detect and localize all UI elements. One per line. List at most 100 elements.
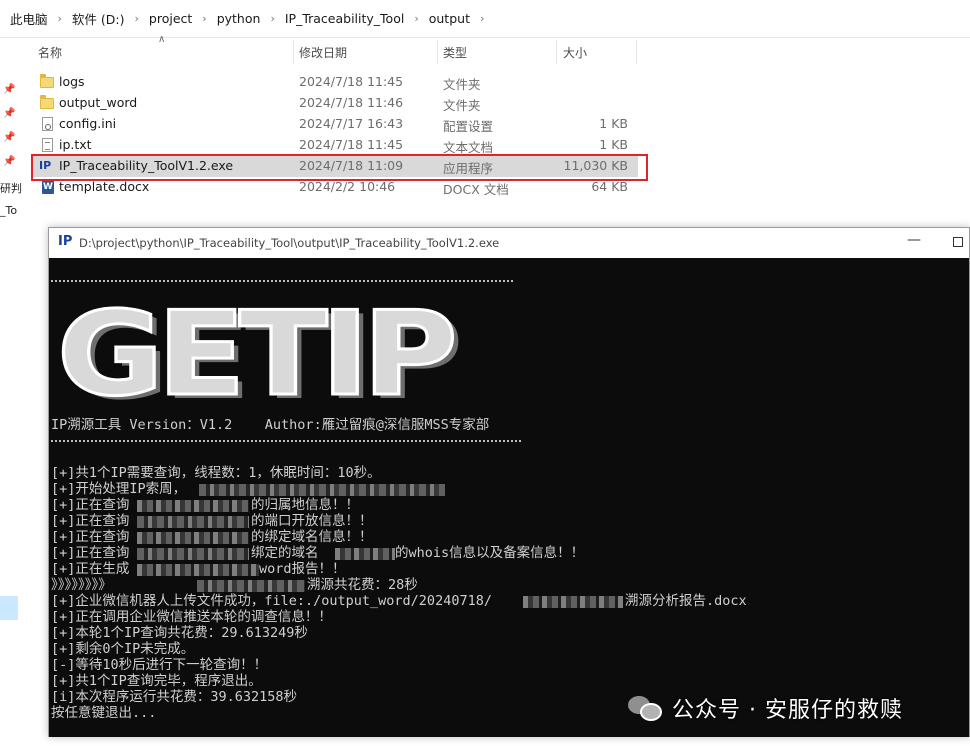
- wechat-icon: [628, 694, 662, 722]
- terminal-line: [-]等待10秒后进行下一轮查询！！: [51, 657, 268, 673]
- terminal-line: [+]正在查询: [51, 529, 130, 545]
- file-date: 2024/7/17 16:43: [299, 116, 404, 131]
- chevron-right-icon[interactable]: ›: [54, 12, 66, 25]
- file-name: ip.txt: [59, 137, 92, 152]
- terminal-line: 的whois信息以及备案信息！！: [395, 545, 585, 561]
- text-file-icon: [42, 138, 53, 152]
- chevron-right-icon[interactable]: ›: [266, 12, 278, 25]
- file-name: config.ini: [59, 116, 117, 131]
- sort-ascending-icon: ∧: [158, 34, 166, 45]
- column-divider[interactable]: [636, 40, 637, 64]
- watermark-text: 公众号 · 安服仔的救赎: [672, 698, 903, 723]
- terminal-line: word报告！！: [259, 561, 346, 577]
- file-type: 配置设置: [443, 119, 494, 134]
- terminal-line: [+]正在调用企业微信推送本轮的调查信息！！: [51, 609, 332, 625]
- file-name: output_word: [59, 95, 138, 110]
- folder-icon: [40, 74, 54, 88]
- file-name: logs: [59, 74, 85, 89]
- file-size: 64 KB: [591, 179, 628, 194]
- folder-icon: [40, 95, 54, 109]
- window-title: D:\project\python\IP_Traceability_Tool\o…: [79, 236, 500, 250]
- terminal-line: [+]正在生成: [51, 561, 130, 577]
- redacted-area: [197, 580, 305, 592]
- terminal-line: [+]开始处理IP索周，: [51, 481, 187, 497]
- terminal-line: 绑定的域名: [251, 545, 319, 561]
- file-date: 2024/7/18 11:46: [299, 95, 404, 110]
- terminal-line: [+]正在查询: [51, 545, 130, 561]
- pin-icon[interactable]: 📌: [3, 132, 15, 143]
- column-divider[interactable]: [556, 40, 557, 64]
- redacted-area: [523, 596, 623, 608]
- file-row[interactable]: ip.txt 2024/7/18 11:45 文本文档 1 KB: [32, 135, 638, 156]
- pin-icon[interactable]: 📌: [3, 84, 15, 95]
- config-file-icon: [42, 117, 53, 131]
- file-date: 2024/7/18 11:45: [299, 74, 404, 89]
- console-titlebar[interactable]: IP D:\project\python\IP_Traceability_Too…: [49, 228, 969, 258]
- column-header-name[interactable]: 名称: [38, 40, 62, 64]
- nav-item-selected[interactable]: [0, 596, 18, 620]
- file-date: 2024/2/2 10:46: [299, 179, 396, 194]
- file-row[interactable]: output_word 2024/7/18 11:46 文件夹: [32, 93, 638, 114]
- terminal-output[interactable]: GETIP GETIP IP溯源工具 Version：V1.2 Author:雁…: [49, 258, 969, 737]
- file-name: template.docx: [59, 179, 150, 194]
- column-header-type[interactable]: 类型: [443, 40, 467, 64]
- breadcrumb-item[interactable]: python: [211, 11, 267, 26]
- breadcrumb-item[interactable]: output: [423, 11, 476, 26]
- breadcrumb-item[interactable]: IP_Traceability_Tool: [279, 11, 410, 26]
- file-row[interactable]: config.ini 2024/7/17 16:43 配置设置 1 KB: [32, 114, 638, 135]
- terminal-line: [+]剩余0个IP未完成。: [51, 641, 195, 657]
- terminal-line: [+]本轮1个IP查询共花费：29.613249秒: [51, 625, 308, 641]
- file-size: 1 KB: [599, 116, 628, 131]
- redacted-area: [137, 500, 249, 512]
- file-date: 2024/7/18 11:45: [299, 137, 404, 152]
- terminal-line: 的绑定域名信息！！: [251, 529, 373, 545]
- console-window: IP D:\project\python\IP_Traceability_Too…: [48, 227, 970, 737]
- terminal-line: [+]共1个IP需要查询，线程数：1，休眠时间：10秒。: [51, 465, 381, 481]
- breadcrumb-item[interactable]: 软件 (D:): [66, 9, 131, 28]
- column-header-size[interactable]: 大小: [563, 40, 587, 64]
- redacted-area: [137, 532, 249, 544]
- column-divider[interactable]: [293, 40, 294, 64]
- terminal-line: [+]共1个IP查询完毕，程序退出。: [51, 673, 262, 689]
- redacted-area: [137, 564, 259, 576]
- terminal-line: 溯源分析报告.docx: [625, 593, 747, 609]
- chevron-right-icon[interactable]: ›: [476, 12, 488, 25]
- breadcrumb-item[interactable]: 此电脑: [4, 9, 54, 28]
- terminal-line: 的端口开放信息！！: [251, 513, 373, 529]
- navigation-pane: 📌 📌 📌 📌 研判 _To: [0, 38, 22, 746]
- terminal-line: [+]企业微信机器人上传文件成功，file:./output_word/2024…: [51, 593, 492, 609]
- maximize-icon: [953, 237, 963, 247]
- terminal-line: [i]本次程序运行共花费：39.632158秒: [51, 689, 298, 705]
- nav-item-label[interactable]: 研判: [0, 180, 22, 196]
- terminal-line: [+]正在查询: [51, 513, 130, 529]
- file-size: 1 KB: [599, 137, 628, 152]
- highlight-annotation: [31, 154, 648, 181]
- pin-icon[interactable]: 📌: [3, 156, 15, 167]
- redacted-area: [199, 484, 445, 496]
- divider-line: [51, 440, 521, 442]
- divider-line: [51, 280, 513, 282]
- redacted-area: [335, 548, 395, 560]
- terminal-line: 溯源共花费：28秒: [307, 577, 418, 593]
- file-type: 文件夹: [443, 77, 481, 92]
- terminal-line: IP溯源工具 Version：V1.2 Author:雁过留痕@深信服MSS专家…: [51, 417, 490, 433]
- column-header-date[interactable]: 修改日期: [299, 40, 347, 64]
- watermark: 公众号 · 安服仔的救赎: [628, 690, 903, 726]
- breadcrumb: 此电脑 › 软件 (D:) › project › python › IP_Tr…: [0, 0, 970, 38]
- app-icon: IP: [58, 234, 73, 249]
- breadcrumb-item[interactable]: project: [143, 11, 198, 26]
- column-divider[interactable]: [437, 40, 438, 64]
- nav-item-label[interactable]: _To: [0, 204, 22, 217]
- file-type: DOCX 文档: [443, 182, 509, 197]
- minimize-button[interactable]: —: [904, 232, 924, 252]
- ascii-banner: GETIP: [55, 287, 459, 422]
- word-doc-icon: W: [42, 180, 54, 194]
- chevron-right-icon[interactable]: ›: [131, 12, 143, 25]
- chevron-right-icon[interactable]: ›: [198, 12, 210, 25]
- file-type: 文件夹: [443, 98, 481, 113]
- terminal-line: 》》》》》》》》: [51, 577, 112, 593]
- file-row[interactable]: logs 2024/7/18 11:45 文件夹: [32, 72, 638, 93]
- pin-icon[interactable]: 📌: [3, 108, 15, 119]
- redacted-area: [137, 516, 249, 528]
- chevron-right-icon[interactable]: ›: [410, 12, 422, 25]
